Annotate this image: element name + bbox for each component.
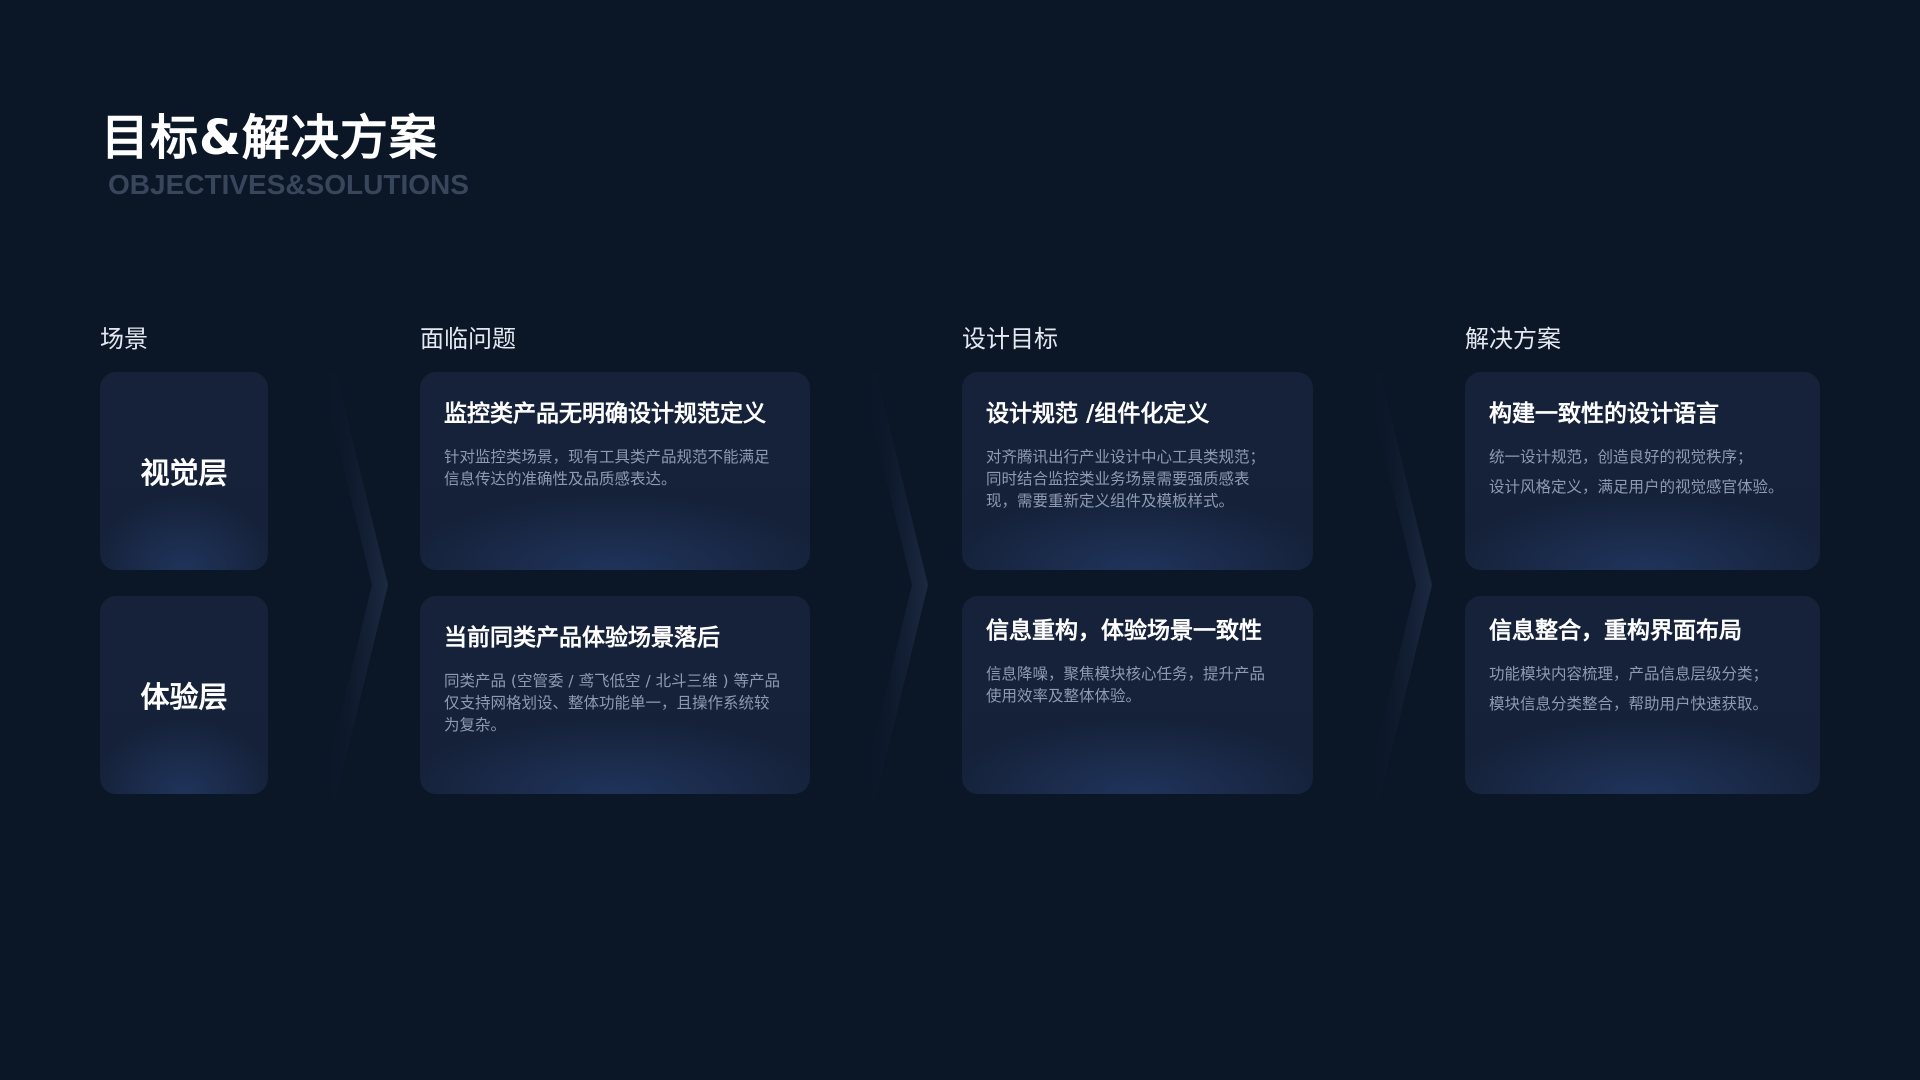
flow-chevron-icon bbox=[860, 372, 928, 798]
problem-card-1: 监控类产品无明确设计规范定义 针对监控类场景，现有工具类产品规范不能满足 信息传… bbox=[420, 372, 810, 570]
page-title: 目标&解决方案 bbox=[101, 110, 438, 166]
card-title: 信息重构，体验场景一致性 bbox=[986, 618, 1262, 644]
card-description: 对齐腾讯出行产业设计中心工具类规范； 同时结合监控类业务场景需要强质感表 现，需… bbox=[986, 446, 1265, 512]
solution-card-1: 构建一致性的设计语言 统一设计规范，创造良好的视觉秩序； 设计风格定义，满足用户… bbox=[1465, 372, 1820, 570]
description-line: 针对监控类场景，现有工具类产品规范不能满足 bbox=[444, 448, 770, 466]
description-line: 同类产品 (空管委 / 鸢飞低空 / 北斗三维 ) 等产品 bbox=[444, 672, 781, 690]
description-line: 统一设计规范，创造良好的视觉秩序； bbox=[1489, 448, 1753, 466]
card-description: 针对监控类场景，现有工具类产品规范不能满足 信息传达的准确性及品质感表达。 bbox=[444, 446, 770, 490]
description-line: 功能模块内容梳理，产品信息层级分类； bbox=[1489, 665, 1769, 683]
card-title: 构建一致性的设计语言 bbox=[1489, 401, 1719, 427]
description-line: 信息降噪，聚焦模块核心任务，提升产品 bbox=[986, 665, 1266, 683]
card-title: 设计规范 /组件化定义 bbox=[986, 401, 1210, 427]
column-header-goals: 设计目标 bbox=[962, 325, 1058, 353]
flow-chevron-icon bbox=[1364, 372, 1432, 798]
card-description: 信息降噪，聚焦模块核心任务，提升产品 使用效率及整体体验。 bbox=[986, 663, 1265, 707]
description-line: 为复杂。 bbox=[444, 716, 507, 734]
scene-label: 体验层 bbox=[140, 680, 228, 714]
flow-chevron-icon bbox=[320, 372, 388, 798]
description-line: 信息传达的准确性及品质感表达。 bbox=[444, 470, 677, 488]
column-header-scene: 场景 bbox=[100, 325, 148, 353]
goal-card-2: 信息重构，体验场景一致性 信息降噪，聚焦模块核心任务，提升产品 使用效率及整体体… bbox=[962, 596, 1313, 794]
card-title: 信息整合，重构界面布局 bbox=[1489, 618, 1742, 644]
card-title: 监控类产品无明确设计规范定义 bbox=[444, 401, 766, 427]
description-line: 设计风格定义，满足用户的视觉感官体验。 bbox=[1489, 478, 1784, 496]
scene-label: 视觉层 bbox=[140, 456, 228, 490]
description-line: 使用效率及整体体验。 bbox=[986, 687, 1142, 705]
description-line: 对齐腾讯出行产业设计中心工具类规范； bbox=[986, 448, 1266, 466]
card-description: 功能模块内容梳理，产品信息层级分类； 模块信息分类整合，帮助用户快速获取。 bbox=[1489, 659, 1768, 719]
card-description: 同类产品 (空管委 / 鸢飞低空 / 北斗三维 ) 等产品 仅支持网格划设、整体… bbox=[444, 670, 780, 736]
description-line: 同时结合监控类业务场景需要强质感表 bbox=[986, 470, 1250, 488]
solution-card-2: 信息整合，重构界面布局 功能模块内容梳理，产品信息层级分类； 模块信息分类整合，… bbox=[1465, 596, 1820, 794]
page-subtitle: OBJECTIVES&SOLUTIONS bbox=[108, 169, 469, 200]
column-header-solutions: 解决方案 bbox=[1465, 325, 1561, 353]
problem-card-2: 当前同类产品体验场景落后 同类产品 (空管委 / 鸢飞低空 / 北斗三维 ) 等… bbox=[420, 596, 810, 794]
card-title: 当前同类产品体验场景落后 bbox=[444, 625, 720, 651]
scene-card-visual: 视觉层 bbox=[100, 372, 268, 570]
card-description: 统一设计规范，创造良好的视觉秩序； 设计风格定义，满足用户的视觉感官体验。 bbox=[1489, 442, 1784, 502]
column-header-problems: 面临问题 bbox=[420, 325, 516, 353]
goal-card-1: 设计规范 /组件化定义 对齐腾讯出行产业设计中心工具类规范； 同时结合监控类业务… bbox=[962, 372, 1313, 570]
scene-card-experience: 体验层 bbox=[100, 596, 268, 794]
description-line: 现，需要重新定义组件及模板样式。 bbox=[986, 492, 1235, 510]
description-line: 仅支持网格划设、整体功能单一，且操作系统较 bbox=[444, 694, 770, 712]
description-line: 模块信息分类整合，帮助用户快速获取。 bbox=[1489, 695, 1769, 713]
